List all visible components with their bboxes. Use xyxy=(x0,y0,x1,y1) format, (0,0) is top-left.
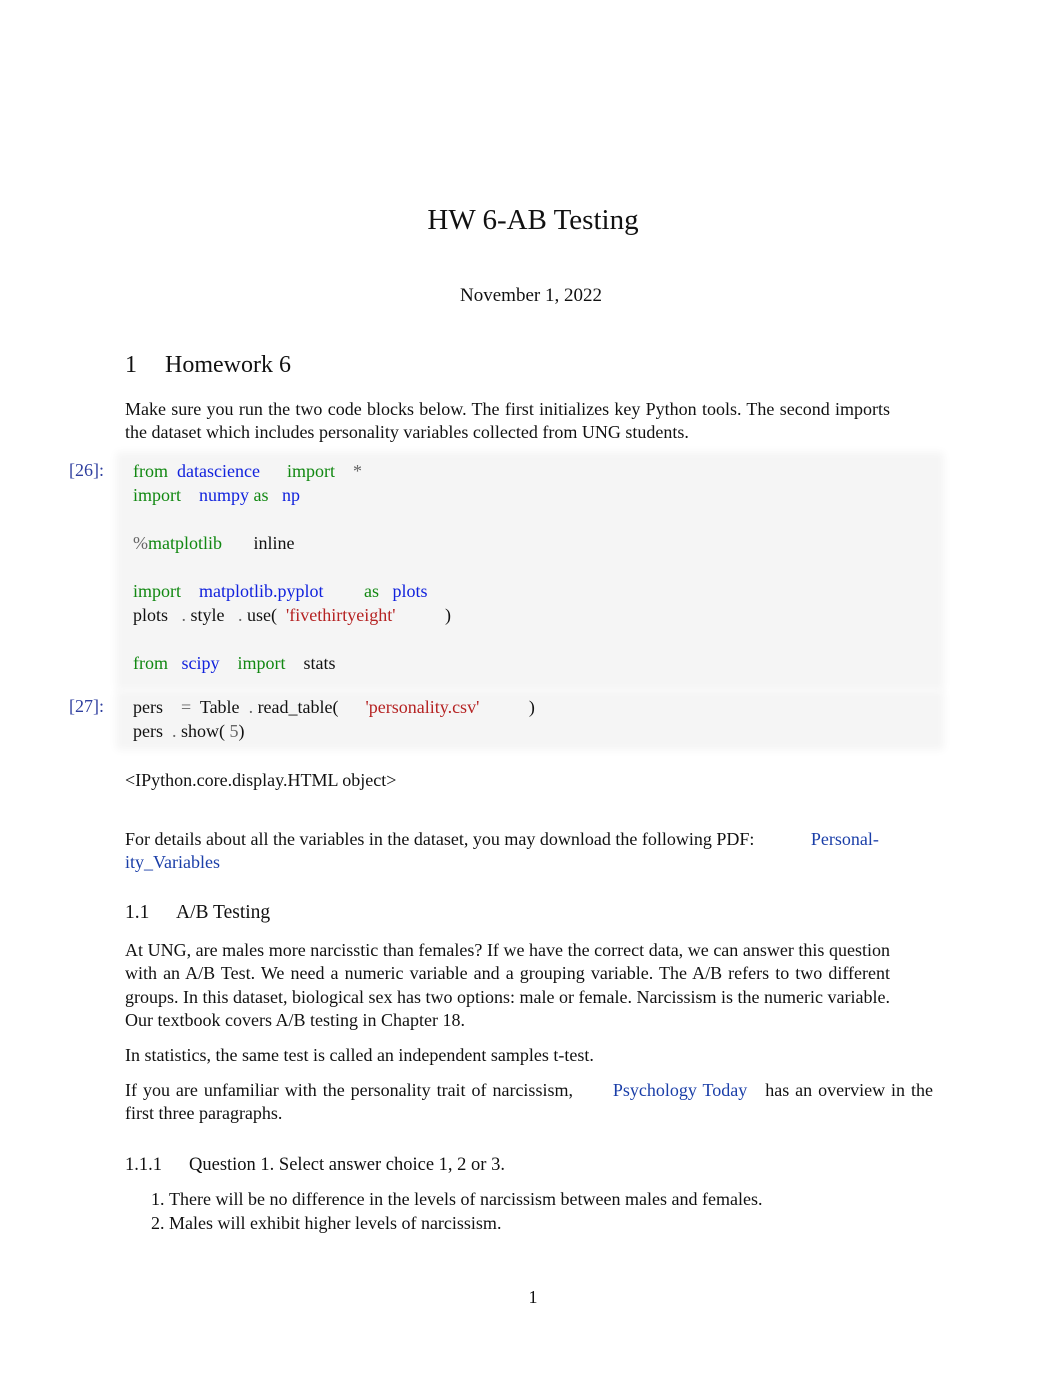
code-token: ) xyxy=(395,605,451,625)
code-token: import xyxy=(259,461,335,481)
code-cell-26-source[interactable]: from datascience import * import numpy as… xyxy=(133,459,451,675)
personality-variables-link-continued[interactable]: ity_Variables xyxy=(125,852,220,872)
cell-output-27: <IPython.core.display.HTML object> xyxy=(125,770,397,790)
code-token: numpy xyxy=(181,485,250,505)
code-line: plots . style . use( 'fivethirtyeight' ) xyxy=(133,603,451,627)
code-token: . xyxy=(163,721,177,741)
code-token: from xyxy=(133,653,168,673)
details-paragraph: For details about all the variables in t… xyxy=(125,828,933,875)
code-token: read_table( xyxy=(253,697,339,717)
code-line: import matplotlib.pyplot as plots xyxy=(133,579,451,603)
code-token: import xyxy=(133,581,181,601)
code-token: scipy xyxy=(168,653,220,673)
cell-prompt-26: [26]: xyxy=(69,460,104,480)
subsubsection-number: 1.1.1 xyxy=(125,1155,162,1175)
code-token: use( xyxy=(242,605,278,625)
code-token: import xyxy=(133,485,181,505)
code-token: matplotlib.pyplot xyxy=(181,581,324,601)
code-token: plots xyxy=(379,581,428,601)
code-token: ) xyxy=(479,697,535,717)
personality-variables-link[interactable]: Personal- xyxy=(811,829,879,849)
code-token: show( xyxy=(176,721,225,741)
cell-prompt-27: [27]: xyxy=(69,696,104,716)
ab-testing-paragraph: At UNG, are males more narcisstic than f… xyxy=(125,940,890,1030)
code-line: pers = Table . read_table( 'personality.… xyxy=(133,695,535,719)
answer-choices-list: There will be no difference in the level… xyxy=(125,1187,762,1235)
narcissism-text-before: If you are unfamiliar with the personali… xyxy=(125,1080,573,1100)
subsubsection-title: Question 1. Select answer choice 1, 2 or… xyxy=(189,1155,505,1175)
code-token: import xyxy=(219,653,286,673)
code-token: 5 xyxy=(225,721,239,741)
section-heading-ab-testing: 1.1 A/B Testing xyxy=(125,899,270,927)
code-token: as xyxy=(323,581,379,601)
code-token: pers xyxy=(133,697,163,717)
code-token: * xyxy=(334,461,362,481)
section-number: 1 xyxy=(125,352,137,378)
code-line: import numpy as np xyxy=(133,483,451,507)
subsection-number: 1.1 xyxy=(125,902,150,923)
code-cell-27-source[interactable]: pers = Table . read_table( 'personality.… xyxy=(133,695,535,743)
document-title: HW 6-AB Testing xyxy=(427,204,639,236)
page-number: 1 xyxy=(528,1287,538,1307)
answer-choice-2: Males will exhibit higher levels of narc… xyxy=(169,1211,762,1235)
code-token: datascience xyxy=(168,461,260,481)
answer-choice-1: There will be no difference in the level… xyxy=(169,1187,762,1211)
intro-paragraph: Make sure you run the two code blocks be… xyxy=(125,399,890,443)
code-token: . xyxy=(168,605,187,625)
code-token: 'personality.csv' xyxy=(338,697,480,717)
code-line: %matplotlib inline xyxy=(133,531,451,555)
code-token: from xyxy=(133,461,168,481)
code-token: matplotlib xyxy=(148,533,222,553)
code-line: from datascience import * xyxy=(133,459,451,483)
code-token: = xyxy=(163,697,192,717)
code-token: stats xyxy=(285,653,336,673)
code-token: plots xyxy=(133,605,169,625)
code-line: from scipy import stats xyxy=(133,651,451,675)
code-token: inline xyxy=(222,533,295,553)
subsection-title: A/B Testing xyxy=(176,902,271,923)
code-token: np xyxy=(268,485,301,505)
code-token: pers xyxy=(133,721,163,741)
code-token: style xyxy=(186,605,225,625)
details-text: For details about all the variables in t… xyxy=(125,829,755,849)
code-line: pers . show( 5) xyxy=(133,719,535,743)
section-heading-question-1: 1.1.1 Question 1. Select answer choice 1,… xyxy=(125,1152,505,1178)
code-token: . xyxy=(224,605,243,625)
section-title: Homework 6 xyxy=(165,352,291,378)
code-token: Table xyxy=(191,697,240,717)
code-token: % xyxy=(133,533,148,553)
t-test-paragraph: In statistics, the same test is called a… xyxy=(125,1045,594,1065)
code-token: as xyxy=(249,485,269,505)
psychology-today-link[interactable]: Psychology Today xyxy=(613,1080,747,1100)
code-token: ) xyxy=(238,721,245,741)
code-token: 'fivethirtyeight' xyxy=(277,605,396,625)
code-token: . xyxy=(239,697,254,717)
narcissism-paragraph: If you are unfamiliar with the personali… xyxy=(125,1079,933,1126)
section-heading-homework-6: 1 Homework 6 xyxy=(125,349,291,381)
document-date: November 1, 2022 xyxy=(460,285,602,306)
